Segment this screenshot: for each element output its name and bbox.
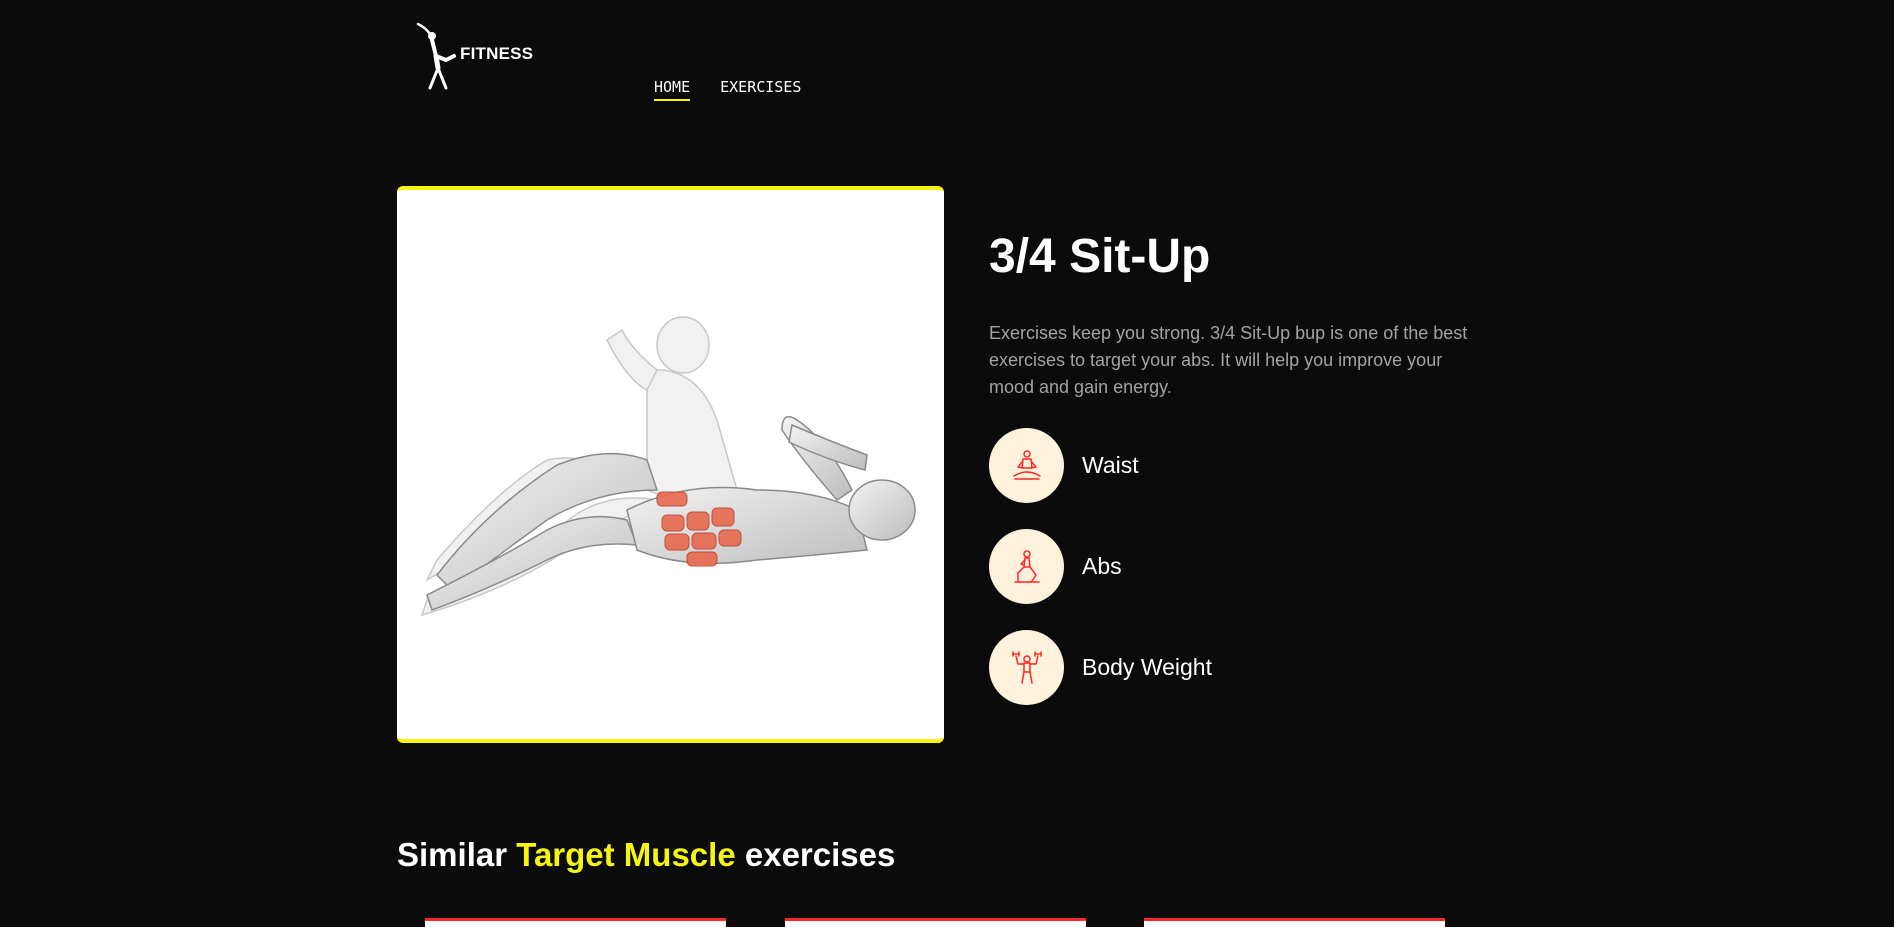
- similar-exercises-heading: Similar Target Muscle exercises: [397, 836, 895, 874]
- tag-icon-circle: [989, 630, 1064, 705]
- tag-waist[interactable]: Waist: [989, 428, 1139, 503]
- similar-exercise-card[interactable]: [425, 918, 726, 927]
- tag-label-abs: Abs: [1082, 553, 1122, 579]
- nav-exercises-link[interactable]: EXERCISES: [720, 78, 801, 101]
- main-nav: HOME EXERCISES: [654, 78, 801, 101]
- tag-icon-circle: [989, 529, 1064, 604]
- brand-logo[interactable]: FITNESS: [416, 22, 546, 90]
- heading-suffix: exercises: [744, 836, 896, 873]
- brand-name: FITNESS: [460, 44, 534, 63]
- similar-exercise-card[interactable]: [785, 918, 1086, 927]
- exercise-description: Exercises keep you strong. 3/4 Sit-Up bu…: [989, 323, 1468, 397]
- tag-abs[interactable]: Abs: [989, 529, 1122, 604]
- dumbbell-lift-icon: [1011, 650, 1042, 684]
- heading-highlight: Target Muscle: [516, 836, 736, 873]
- lunge-pose-icon: [1013, 549, 1040, 583]
- tag-label-body-weight: Body Weight: [1082, 654, 1212, 680]
- similar-exercise-card[interactable]: [1144, 918, 1445, 927]
- nav-home-link[interactable]: HOME: [654, 78, 691, 101]
- exercise-image-card: [397, 186, 944, 743]
- exercise-detail-page: FITNESS HOME EXERCISES 3/4 Sit-Up Exerci…: [0, 0, 1894, 927]
- exercise-title: 3/4 Sit-Up: [989, 230, 1211, 283]
- meditation-pose-icon: [1012, 449, 1041, 480]
- sit-up-anatomy-illustration: [420, 316, 916, 617]
- tag-body-weight[interactable]: Body Weight: [989, 630, 1212, 705]
- tag-icon-circle: [989, 428, 1064, 503]
- stretching-figure-icon: [416, 22, 456, 90]
- tag-label-waist: Waist: [1082, 452, 1139, 478]
- heading-prefix: Similar: [397, 836, 508, 873]
